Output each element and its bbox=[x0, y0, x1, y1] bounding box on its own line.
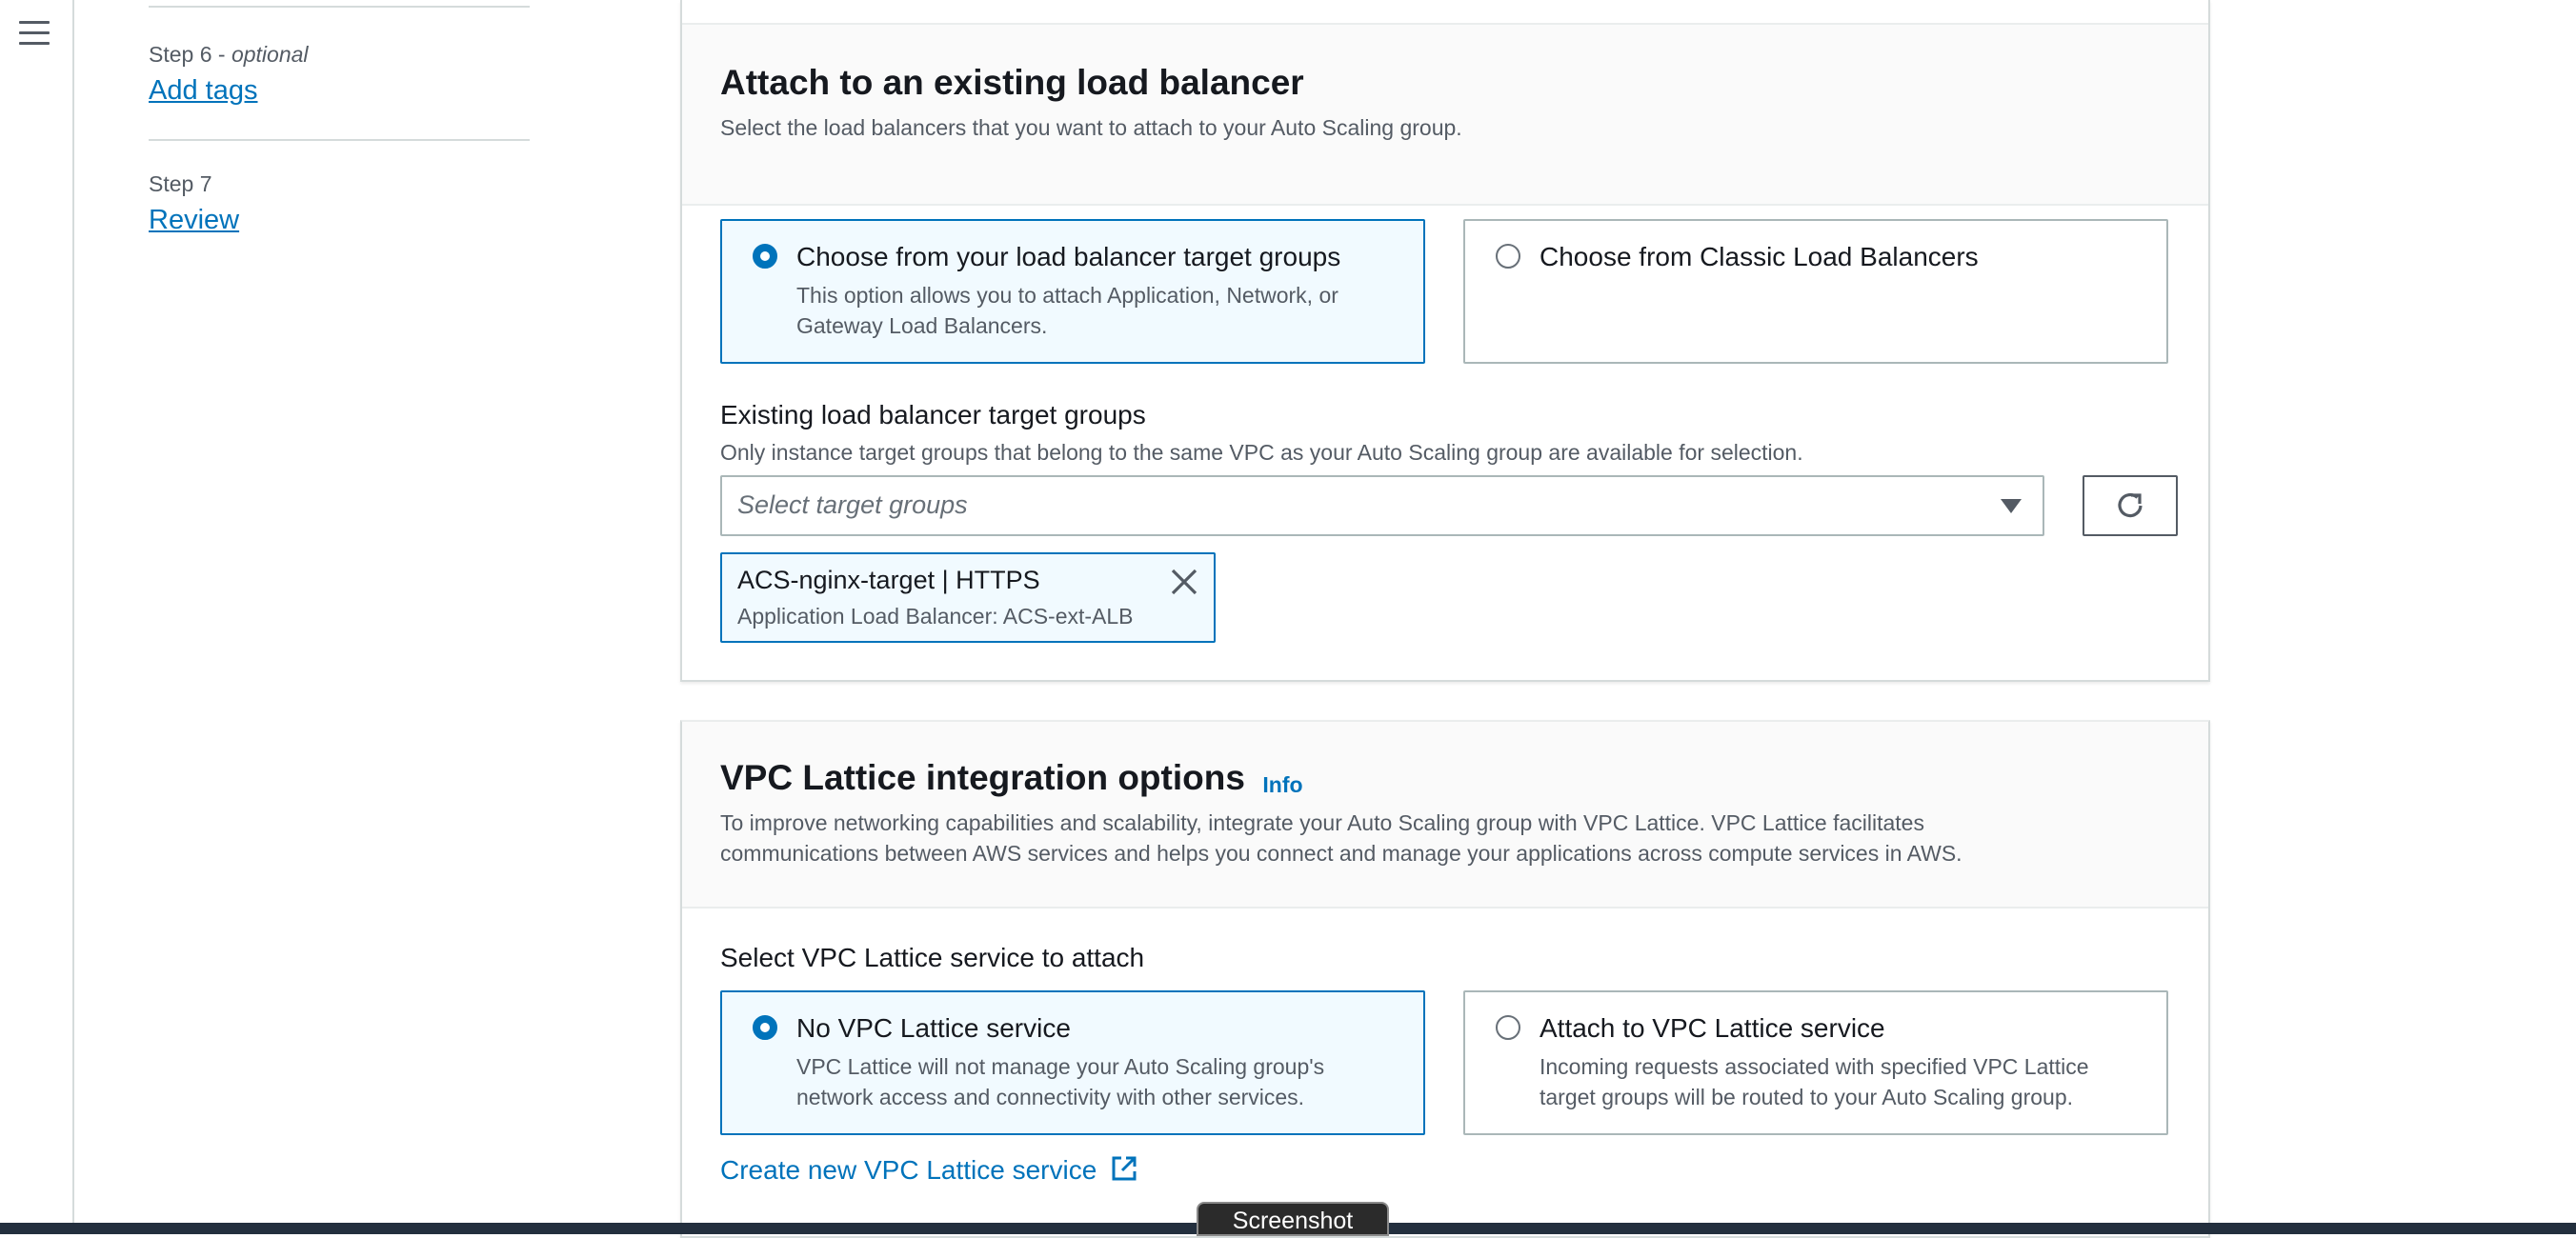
radio-target-groups[interactable] bbox=[753, 244, 777, 269]
vpc-lattice-select-label: Select VPC Lattice service to attach bbox=[720, 943, 1145, 972]
target-groups-label: Existing load balancer target groups bbox=[720, 400, 1146, 429]
option-attach-vpc-lattice-tile[interactable]: Attach to VPC Lattice service Incoming r… bbox=[1463, 990, 2168, 1135]
target-groups-select[interactable]: Select target groups bbox=[720, 475, 2044, 536]
load-balancer-panel: Attach to an existing load balancer Sele… bbox=[680, 0, 2210, 682]
hamburger-menu-icon[interactable] bbox=[19, 21, 50, 48]
step-divider bbox=[149, 6, 530, 8]
option-classic-lb-tile[interactable]: Choose from Classic Load Balancers bbox=[1463, 219, 2168, 364]
wizard-steps: Step 6 - optional Add tags Step 7 Review bbox=[149, 0, 530, 236]
option-title: Choose from Classic Load Balancers bbox=[1540, 242, 1979, 271]
step-6: Step 6 - optional Add tags bbox=[149, 42, 530, 107]
token-title: ACS-nginx-target | HTTPS bbox=[737, 566, 1040, 594]
vpc-lattice-title-row: VPC Lattice integration options Info bbox=[720, 758, 1303, 798]
radio-classic-lb[interactable] bbox=[1496, 244, 1520, 269]
create-vpc-lattice-link[interactable]: Create new VPC Lattice service bbox=[720, 1154, 1138, 1186]
token-subtitle: Application Load Balancer: ACS-ext-ALB bbox=[737, 604, 1134, 629]
option-title: Choose from your load balancer target gr… bbox=[796, 242, 1341, 271]
step-review-link[interactable]: Review bbox=[149, 205, 239, 236]
info-link[interactable]: Info bbox=[1262, 772, 1302, 797]
option-no-vpc-lattice-tile[interactable]: No VPC Lattice service VPC Lattice will … bbox=[720, 990, 1425, 1135]
remove-token-icon[interactable] bbox=[1170, 568, 1198, 596]
step-7: Step 7 Review bbox=[149, 171, 530, 236]
vpc-lattice-description: To improve networking capabilities and s… bbox=[720, 810, 1962, 866]
option-description: Incoming requests associated with specif… bbox=[1540, 1054, 2089, 1109]
option-description: This option allows you to attach Applica… bbox=[796, 283, 1338, 338]
external-link-icon bbox=[1112, 1156, 1137, 1181]
navigation-column bbox=[0, 0, 74, 1223]
option-title: No VPC Lattice service bbox=[796, 1013, 1071, 1043]
refresh-icon bbox=[2118, 492, 2143, 518]
create-vpc-lattice-label: Create new VPC Lattice service bbox=[720, 1155, 1097, 1185]
select-placeholder: Select target groups bbox=[737, 490, 968, 519]
target-groups-description: Only instance target groups that belong … bbox=[720, 440, 1803, 465]
caret-down-icon bbox=[2001, 499, 2022, 513]
vpc-lattice-header: VPC Lattice integration options Info To … bbox=[682, 722, 2208, 909]
radio-no-vpc-lattice[interactable] bbox=[753, 1015, 777, 1040]
step-6-label: Step 6 - optional bbox=[149, 42, 309, 67]
screenshot-tab[interactable]: Screenshot bbox=[1197, 1202, 1389, 1236]
load-balancer-title: Attach to an existing load balancer bbox=[720, 63, 1304, 102]
option-description: VPC Lattice will not manage your Auto Sc… bbox=[796, 1054, 1325, 1109]
load-balancer-header: Attach to an existing load balancer Sele… bbox=[682, 23, 2208, 206]
radio-attach-vpc-lattice[interactable] bbox=[1496, 1015, 1520, 1040]
load-balancer-description: Select the load balancers that you want … bbox=[720, 115, 1462, 140]
vpc-lattice-panel: VPC Lattice integration options Info To … bbox=[680, 720, 2210, 1238]
option-title: Attach to VPC Lattice service bbox=[1540, 1013, 1885, 1043]
refresh-button[interactable] bbox=[2083, 475, 2178, 536]
step-7-label: Step 7 bbox=[149, 171, 212, 196]
step-add-tags-link[interactable]: Add tags bbox=[149, 75, 257, 107]
option-target-groups-tile[interactable]: Choose from your load balancer target gr… bbox=[720, 219, 1425, 364]
step-divider bbox=[149, 139, 530, 141]
vpc-lattice-title: VPC Lattice integration options bbox=[720, 758, 1245, 797]
selected-target-group-token: ACS-nginx-target | HTTPS Application Loa… bbox=[720, 552, 1216, 643]
